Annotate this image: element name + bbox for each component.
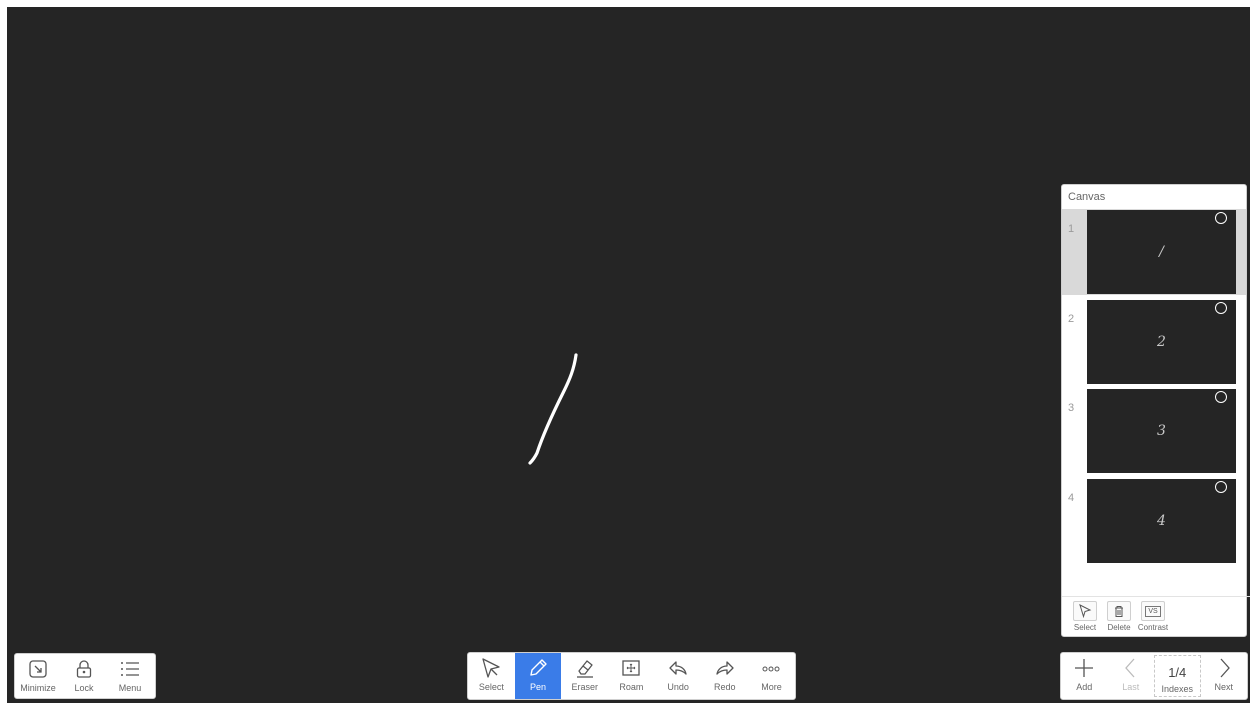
window-toolbar: Minimize Lock Menu [14, 653, 156, 699]
page-thumbnail[interactable]: 1 / [1062, 209, 1246, 295]
undo-label: Undo [667, 682, 689, 692]
pointer-icon [480, 657, 502, 679]
next-page-button[interactable]: Next [1201, 653, 1248, 699]
thumbnail-text: / [1159, 244, 1164, 260]
last-page-label: Last [1122, 682, 1140, 692]
page-number: 4 [1068, 491, 1075, 504]
thumbnail-image: 4 [1087, 478, 1236, 563]
more-label: More [761, 682, 782, 692]
more-dots-icon [760, 657, 782, 679]
pen-icon [527, 657, 549, 679]
minimize-label: Minimize [20, 683, 56, 693]
minimize-button[interactable]: Minimize [15, 654, 61, 698]
thumbnail-image: / [1087, 210, 1236, 294]
pen-tool-button[interactable]: Pen [514, 653, 562, 699]
page-number: 3 [1068, 402, 1075, 414]
pointer-icon [1073, 601, 1097, 621]
panel-actions: Select Delete VS Contrast [1062, 596, 1250, 637]
minimize-icon [27, 658, 49, 680]
page-select-radio[interactable] [1215, 301, 1227, 314]
contrast-icon-text: VS [1145, 605, 1161, 617]
add-page-button[interactable]: Add [1061, 653, 1108, 699]
chevron-left-icon [1120, 657, 1142, 679]
thumbnail-text: 4 [1157, 512, 1166, 529]
eraser-icon [574, 657, 596, 679]
add-page-label: Add [1076, 682, 1093, 692]
undo-icon [667, 657, 689, 679]
lock-label: Lock [74, 683, 94, 693]
menu-label: Menu [118, 683, 142, 693]
canvas-panel: Canvas 1 / 2 2 3 3 4 4 Select Delete VS … [1061, 184, 1250, 637]
indexes-button[interactable]: 1/4 Indexes [1154, 655, 1201, 697]
thumbnail-image: 2 [1087, 299, 1236, 384]
panel-contrast-label: Contrast [1137, 623, 1169, 632]
trash-icon [1107, 601, 1131, 621]
page-thumbnail[interactable]: 4 4 [1062, 478, 1246, 564]
page-select-radio[interactable] [1215, 212, 1227, 224]
menu-list-icon [119, 658, 141, 680]
panel-delete-label: Delete [1107, 623, 1131, 632]
thumbnail-text: 2 [1157, 333, 1166, 350]
page-select-radio[interactable] [1215, 391, 1227, 403]
eraser-tool-button[interactable]: Eraser [561, 653, 608, 699]
page-thumbnail[interactable]: 3 3 [1062, 388, 1246, 474]
lock-button[interactable]: Lock [61, 654, 107, 698]
panel-title: Canvas [1062, 185, 1246, 210]
panel-select-button[interactable]: Select [1069, 597, 1101, 637]
more-button[interactable]: More [748, 653, 795, 699]
menu-button[interactable]: Menu [107, 654, 153, 698]
redo-button[interactable]: Redo [701, 653, 748, 699]
undo-button[interactable]: Undo [655, 653, 702, 699]
redo-icon [714, 657, 736, 679]
thumbnail-image: 3 [1087, 389, 1236, 473]
indexes-label: Indexes [1161, 684, 1194, 694]
last-page-button[interactable]: Last [1108, 653, 1155, 699]
thumbnail-text: 3 [1157, 423, 1166, 439]
page-select-radio[interactable] [1215, 480, 1227, 493]
pen-tool-label: Pen [530, 682, 547, 692]
roam-tool-button[interactable]: Roam [608, 653, 655, 699]
page-thumbnail[interactable]: 2 2 [1062, 299, 1246, 385]
page-number: 1 [1068, 223, 1075, 235]
plus-icon [1073, 657, 1095, 679]
panel-delete-button[interactable]: Delete [1103, 597, 1135, 637]
page-toolbar: Add Last 1/4 Indexes Next [1060, 652, 1248, 700]
page-thumbnail-list: 1 / 2 2 3 3 4 4 [1062, 209, 1246, 567]
contrast-icon: VS [1141, 601, 1165, 621]
next-page-label: Next [1214, 682, 1233, 692]
select-tool-button[interactable]: Select [468, 653, 515, 699]
page-indicator: 1/4 [1168, 665, 1187, 680]
redo-label: Redo [714, 682, 736, 692]
panel-contrast-button[interactable]: VS Contrast [1137, 597, 1169, 637]
select-tool-label: Select [478, 682, 504, 692]
eraser-tool-label: Eraser [571, 682, 598, 692]
drawing-toolbar: Select Pen Eraser Roam Undo Redo More [467, 652, 796, 700]
page-number: 2 [1068, 312, 1075, 325]
lock-icon [73, 658, 95, 680]
roam-icon [620, 657, 642, 679]
chevron-right-icon [1213, 657, 1235, 679]
panel-select-label: Select [1073, 623, 1097, 632]
roam-tool-label: Roam [619, 682, 644, 692]
